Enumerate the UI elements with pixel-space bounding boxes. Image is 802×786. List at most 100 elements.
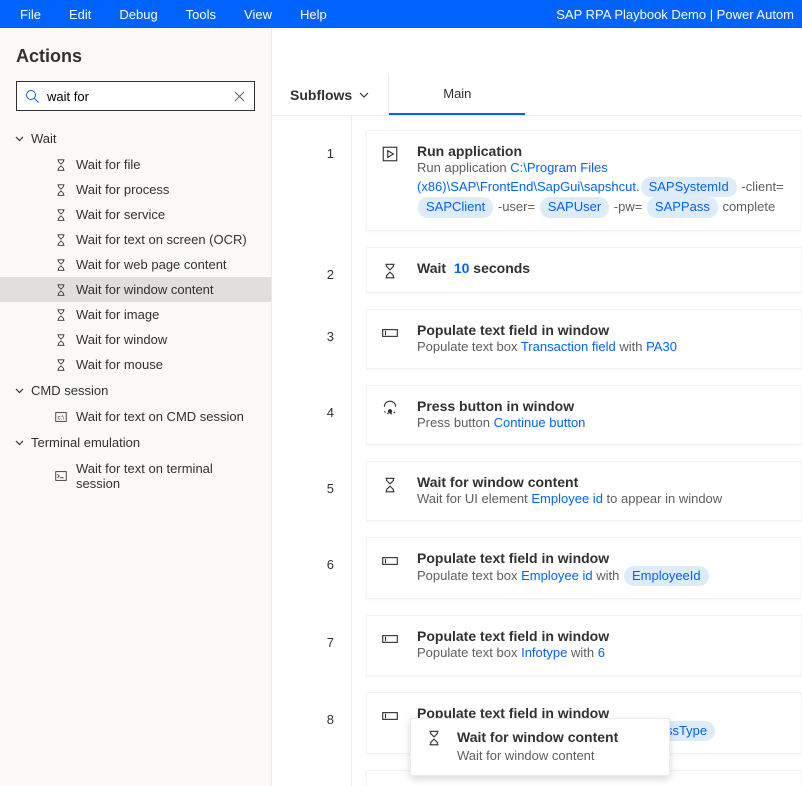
subflows-bar: Subflows Main	[272, 74, 802, 116]
terminal-icon	[54, 469, 68, 483]
menu-edit[interactable]: Edit	[57, 4, 103, 25]
step-card[interactable]: Populate text field in windowPopulate te…	[366, 615, 802, 675]
tree-item[interactable]: Wait for service	[0, 202, 271, 227]
tree-item-label: Wait for file	[76, 157, 141, 172]
chevron-down-icon	[14, 385, 25, 396]
step-card[interactable]: Wait for window contentWait for UI eleme…	[366, 461, 802, 521]
content-area: Subflows Main 1Run applicationRun applic…	[272, 28, 802, 786]
hourglass-icon	[54, 358, 68, 372]
step-desc: Populate text box Transaction field with…	[417, 338, 787, 356]
tree-item[interactable]: Wait for web page content	[0, 252, 271, 277]
tree-item-label: Wait for mouse	[76, 357, 163, 372]
chevron-down-icon	[358, 89, 370, 101]
step-number: 1	[272, 116, 352, 239]
chevron-down-icon	[14, 133, 25, 144]
hourglass-icon	[425, 729, 443, 747]
drag-desc: Wait for window content	[457, 747, 618, 765]
menu-view[interactable]: View	[232, 4, 284, 25]
hourglass-icon	[54, 158, 68, 172]
hourglass-icon	[54, 208, 68, 222]
hourglass-icon	[381, 260, 403, 280]
step-number: 6	[272, 529, 352, 607]
step-card[interactable]: Press button in windowPress button Conti…	[366, 385, 802, 445]
textfield-icon	[381, 550, 403, 570]
tree-item[interactable]: Wait for window	[0, 327, 271, 352]
group-label: CMD session	[31, 383, 108, 398]
step-title: Populate text field in window	[417, 322, 609, 338]
chevron-down-icon	[14, 437, 25, 448]
drag-title: Wait for window content	[457, 729, 618, 745]
step-number: 8	[272, 684, 352, 762]
tree-item-label: Wait for image	[76, 307, 159, 322]
hourglass-icon	[54, 308, 68, 322]
tree-item[interactable]: Wait for file	[0, 152, 271, 177]
step-desc: Populate text box Employee id with Emplo…	[417, 566, 787, 586]
group-label: Terminal emulation	[31, 435, 140, 450]
step-number: 5	[272, 453, 352, 529]
step-title: Run application	[417, 143, 522, 159]
tree-item-label: Wait for window content	[76, 282, 214, 297]
hourglass-icon	[54, 233, 68, 247]
hourglass-icon	[54, 258, 68, 272]
tree-item[interactable]: Wait for image	[0, 302, 271, 327]
sidebar-title: Actions	[16, 46, 255, 67]
tree-item[interactable]: Wait for text on screen (OCR)	[0, 227, 271, 252]
actions-sidebar: Actions Wait Wait for file Wait for proces…	[0, 28, 272, 786]
tree-group-terminal-emulation[interactable]: Terminal emulation	[0, 429, 271, 456]
step-row: 1Run applicationRun application C:\Progr…	[272, 116, 802, 239]
step-desc: Run application C:\Program Files (x86)\S…	[417, 159, 787, 218]
search-box[interactable]	[16, 81, 255, 111]
step-number: 7	[272, 607, 352, 683]
search-input[interactable]	[47, 89, 233, 104]
tree-item-label: Wait for text on CMD session	[76, 409, 244, 424]
step-card[interactable]: Wait 10 seconds	[366, 247, 802, 293]
step-desc: Wait for UI element Employee id to appea…	[417, 490, 787, 508]
step-row: 5Wait for window contentWait for UI elem…	[272, 453, 802, 529]
clear-icon[interactable]	[233, 90, 246, 103]
step-number: 2	[272, 239, 352, 301]
step-row: 7Populate text field in windowPopulate t…	[272, 607, 802, 683]
menu-help[interactable]: Help	[288, 4, 339, 25]
step-row: 6Populate text field in windowPopulate t…	[272, 529, 802, 607]
tree-item-label: Wait for web page content	[76, 257, 227, 272]
tree-item-label: Wait for service	[76, 207, 165, 222]
textfield-icon	[381, 628, 403, 648]
menu-file[interactable]: File	[8, 4, 53, 25]
step-row: 2 Wait 10 seconds	[272, 239, 802, 301]
tree-group-wait[interactable]: Wait	[0, 125, 271, 152]
tab-main[interactable]: Main	[389, 74, 525, 115]
menu-tools[interactable]: Tools	[174, 4, 228, 25]
tree-item[interactable]: Wait for window content	[0, 277, 271, 302]
tree-item-label: Wait for process	[76, 182, 169, 197]
drag-preview-card: Wait for window content Wait for window …	[410, 718, 670, 776]
menu-bar: File Edit Debug Tools View Help	[8, 4, 556, 25]
tree-item-label: Wait for text on terminal session	[76, 461, 257, 491]
tree-group-cmd-session[interactable]: CMD session	[0, 377, 271, 404]
step-card[interactable]: Populate text field in windowPopulate te…	[366, 309, 802, 369]
tree-item-label: Wait for text on screen (OCR)	[76, 232, 247, 247]
hourglass-icon	[54, 183, 68, 197]
window-title: SAP RPA Playbook Demo | Power Autom	[556, 7, 794, 22]
tree-item-label: Wait for window	[76, 332, 167, 347]
svg-text:c:\: c:\	[58, 414, 65, 421]
tree-item[interactable]: Wait for process	[0, 177, 271, 202]
step-title: Press button in window	[417, 398, 574, 414]
tree-item[interactable]: c:\ Wait for text on CMD session	[0, 404, 271, 429]
step-card[interactable]: Populate text field in windowPopulate te…	[366, 537, 802, 599]
step-desc: Populate text box Infotype with 6	[417, 644, 787, 662]
subflows-dropdown[interactable]: Subflows	[272, 74, 389, 115]
step-row: 3Populate text field in windowPopulate t…	[272, 301, 802, 377]
group-label: Wait	[31, 131, 57, 146]
subflows-label-text: Subflows	[290, 87, 352, 103]
menu-debug[interactable]: Debug	[107, 4, 169, 25]
steps-list[interactable]: 1Run applicationRun application C:\Progr…	[272, 116, 802, 786]
step-card[interactable]: Run applicationRun application C:\Progra…	[366, 130, 802, 231]
step-desc: Press button Continue button	[417, 414, 787, 432]
step-row: 4Press button in windowPress button Cont…	[272, 377, 802, 453]
tree-item[interactable]: Wait for text on terminal session	[0, 456, 271, 496]
step-title: Wait for window content	[417, 474, 578, 490]
step-title: Wait 10 seconds	[417, 260, 787, 276]
step-number: 3	[272, 301, 352, 377]
step-title: Populate text field in window	[417, 628, 609, 644]
tree-item[interactable]: Wait for mouse	[0, 352, 271, 377]
